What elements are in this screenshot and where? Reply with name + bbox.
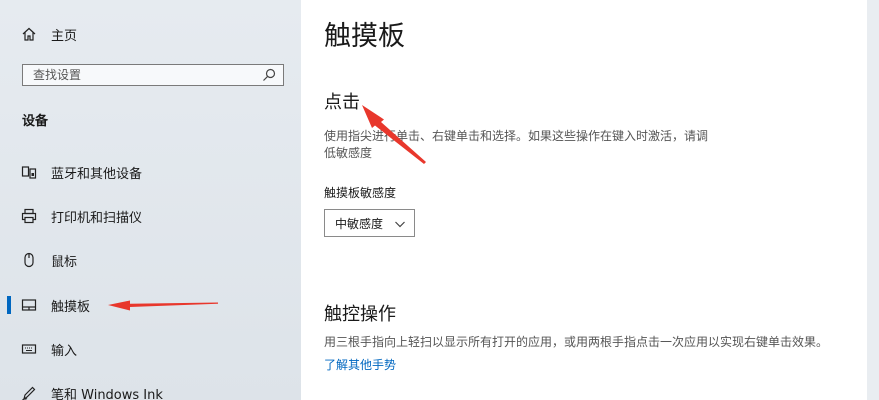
search-input[interactable] (23, 65, 253, 85)
home-icon (20, 25, 38, 43)
keyboard-icon (20, 340, 38, 358)
learn-gestures-link[interactable]: 了解其他手势 (324, 356, 396, 373)
sidebar-item-label: 笔和 Windows Ink (51, 387, 163, 400)
pen-icon (20, 384, 38, 400)
gesture-description: 用三根手指向上轻扫以显示所有打开的应用，或用两根手指点击一次应用以实现右键单击效… (324, 335, 829, 349)
sidebar-item-pen[interactable]: 笔和 Windows Ink (0, 371, 301, 400)
chevron-down-icon (394, 218, 406, 230)
bluetooth-devices-icon (20, 163, 38, 181)
touchpad-icon (20, 296, 38, 314)
sidebar-item-printers[interactable]: 打印机和扫描仪 (0, 194, 301, 238)
sidebar-item-label: 触摸板 (51, 299, 91, 315)
search-icon[interactable] (261, 67, 277, 83)
sidebar-item-mouse[interactable]: 鼠标 (0, 238, 301, 282)
sidebar-item-label: 输入 (51, 343, 78, 359)
annotation-arrow-icon (108, 300, 218, 311)
mouse-icon (20, 251, 38, 269)
search-box[interactable] (22, 64, 284, 86)
scrollbar-track[interactable] (867, 0, 879, 400)
sidebar-item-label: 鼠标 (51, 254, 78, 270)
sidebar-item-bluetooth[interactable]: 蓝牙和其他设备 (0, 150, 301, 194)
printer-icon (20, 207, 38, 225)
annotation-arrow-icon (362, 105, 426, 164)
tap-section-title: 点击 (324, 92, 360, 113)
sidebar-item-label: 打印机和扫描仪 (51, 210, 143, 226)
sidebar-section-title: 设备 (22, 114, 49, 129)
settings-content: 触摸板 点击 使用指尖进行单击、右键单击和选择。如果这些操作在键入时激活，请调 … (301, 0, 867, 400)
sensitivity-dropdown[interactable]: 中敏感度 (324, 209, 415, 237)
sidebar-item-home[interactable]: 主页 (0, 12, 301, 56)
page-title: 触摸板 (324, 21, 405, 52)
settings-sidebar: 主页 设备 蓝牙和其他设备 打印机和扫描仪 鼠标 触摸板 (0, 0, 301, 400)
sensitivity-value: 中敏感度 (335, 216, 384, 231)
selection-indicator (7, 296, 11, 314)
sidebar-item-typing[interactable]: 输入 (0, 327, 301, 371)
gesture-section-title: 触控操作 (324, 304, 396, 325)
sidebar-item-label: 蓝牙和其他设备 (51, 166, 143, 182)
sidebar-item-label: 主页 (51, 28, 78, 44)
sensitivity-label: 触摸板敏感度 (324, 186, 397, 200)
